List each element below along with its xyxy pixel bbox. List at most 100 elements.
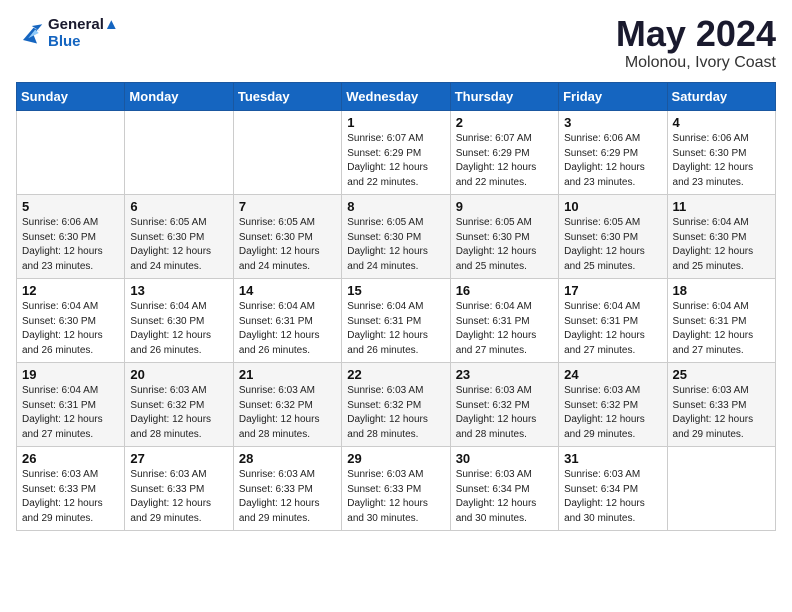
calendar-day-cell: 9 Sunrise: 6:05 AM Sunset: 6:30 PM Daylig… [450,195,558,279]
day-info: Sunrise: 6:04 AM Sunset: 6:31 PM Dayligh… [564,300,661,358]
day-info: Sunrise: 6:03 AM Sunset: 6:33 PM Dayligh… [673,384,770,442]
day-info: Sunrise: 6:06 AM Sunset: 6:30 PM Dayligh… [22,216,119,274]
day-number: 4 [673,115,770,130]
logo: General▲ Blue [16,16,119,50]
page-header: General▲ Blue May 2024 Molonou, Ivory Co… [16,16,776,72]
day-number: 25 [673,367,770,382]
calendar-day-cell: 4 Sunrise: 6:06 AM Sunset: 6:30 PM Daylig… [667,111,775,195]
day-number: 23 [456,367,553,382]
day-number: 26 [22,451,119,466]
calendar-day-cell [667,447,775,531]
day-info: Sunrise: 6:04 AM Sunset: 6:30 PM Dayligh… [673,216,770,274]
day-number: 31 [564,451,661,466]
calendar-day-cell: 31 Sunrise: 6:03 AM Sunset: 6:34 PM Dayli… [559,447,667,531]
day-number: 11 [673,199,770,214]
day-number: 24 [564,367,661,382]
day-info: Sunrise: 6:07 AM Sunset: 6:29 PM Dayligh… [456,132,553,190]
calendar-day-cell: 15 Sunrise: 6:04 AM Sunset: 6:31 PM Dayli… [342,279,450,363]
calendar-day-cell: 11 Sunrise: 6:04 AM Sunset: 6:30 PM Dayli… [667,195,775,279]
day-number: 9 [456,199,553,214]
calendar-day-cell: 28Sunrise: 6:03 AM Sunset: 6:33 PM Dayli… [233,447,341,531]
calendar-day-cell: 16 Sunrise: 6:04 AM Sunset: 6:31 PM Dayli… [450,279,558,363]
calendar-day-cell: 3 Sunrise: 6:06 AM Sunset: 6:29 PM Daylig… [559,111,667,195]
calendar-day-cell [17,111,125,195]
calendar-day-cell: 27 Sunrise: 6:03 AM Sunset: 6:33 PM Dayli… [125,447,233,531]
col-tuesday: Tuesday [233,83,341,111]
calendar-day-cell: 8 Sunrise: 6:05 AM Sunset: 6:30 PM Daylig… [342,195,450,279]
calendar-day-cell: 20Sunrise: 6:03 AM Sunset: 6:32 PM Dayli… [125,363,233,447]
day-info: Sunrise: 6:05 AM Sunset: 6:30 PM Dayligh… [239,216,336,274]
day-info: Sunrise: 6:03 AM Sunset: 6:32 PM Dayligh… [347,384,444,442]
day-info: Sunrise: 6:04 AM Sunset: 6:30 PM Dayligh… [130,300,227,358]
calendar-day-cell: 21 Sunrise: 6:03 AM Sunset: 6:32 PM Dayli… [233,363,341,447]
calendar-day-cell: 26 Sunrise: 6:03 AM Sunset: 6:33 PM Dayli… [17,447,125,531]
calendar-day-cell: 2 Sunrise: 6:07 AM Sunset: 6:29 PM Daylig… [450,111,558,195]
day-number: 13 [130,283,227,298]
day-info: Sunrise: 6:03 AM Sunset: 6:33 PM Dayligh… [347,468,444,526]
calendar-header-row: Sunday Monday Tuesday Wednesday Thursday… [17,83,776,111]
day-number: 30 [456,451,553,466]
day-number: 3 [564,115,661,130]
calendar-day-cell: 19Sunrise: 6:04 AM Sunset: 6:31 PM Dayli… [17,363,125,447]
day-info: Sunrise: 6:03 AM Sunset: 6:34 PM Dayligh… [456,468,553,526]
day-info: Sunrise: 6:04 AM Sunset: 6:30 PM Dayligh… [22,300,119,358]
calendar-week-3: 12 Sunrise: 6:04 AM Sunset: 6:30 PM Dayli… [17,279,776,363]
day-number: 2 [456,115,553,130]
col-wednesday: Wednesday [342,83,450,111]
col-thursday: Thursday [450,83,558,111]
calendar-day-cell: 23Sunrise: 6:03 AM Sunset: 6:32 PM Dayli… [450,363,558,447]
day-info: Sunrise: 6:03 AM Sunset: 6:34 PM Dayligh… [564,468,661,526]
day-info: Sunrise: 6:06 AM Sunset: 6:30 PM Dayligh… [673,132,770,190]
day-number: 18 [673,283,770,298]
calendar-day-cell: 1 Sunrise: 6:07 AM Sunset: 6:29 PM Daylig… [342,111,450,195]
col-saturday: Saturday [667,83,775,111]
day-number: 12 [22,283,119,298]
calendar-day-cell: 17 Sunrise: 6:04 AM Sunset: 6:31 PM Dayli… [559,279,667,363]
calendar-day-cell: 25 Sunrise: 6:03 AM Sunset: 6:33 PM Dayli… [667,363,775,447]
calendar-day-cell: 18 Sunrise: 6:04 AM Sunset: 6:31 PM Dayli… [667,279,775,363]
day-number: 10 [564,199,661,214]
calendar-week-1: 1 Sunrise: 6:07 AM Sunset: 6:29 PM Daylig… [17,111,776,195]
day-info: Sunrise: 6:05 AM Sunset: 6:30 PM Dayligh… [456,216,553,274]
day-number: 8 [347,199,444,214]
day-info: Sunrise: 6:03 AM Sunset: 6:32 PM Dayligh… [564,384,661,442]
calendar-day-cell: 30 Sunrise: 6:03 AM Sunset: 6:34 PM Dayli… [450,447,558,531]
title-block: May 2024 Molonou, Ivory Coast [616,16,776,72]
calendar-day-cell: 22 Sunrise: 6:03 AM Sunset: 6:32 PM Dayli… [342,363,450,447]
day-number: 15 [347,283,444,298]
location-title: Molonou, Ivory Coast [616,54,776,72]
day-info: Sunrise: 6:04 AM Sunset: 6:31 PM Dayligh… [239,300,336,358]
calendar-day-cell: 7Sunrise: 6:05 AM Sunset: 6:30 PM Daylig… [233,195,341,279]
calendar-week-4: 19Sunrise: 6:04 AM Sunset: 6:31 PM Dayli… [17,363,776,447]
day-number: 22 [347,367,444,382]
day-info: Sunrise: 6:03 AM Sunset: 6:33 PM Dayligh… [130,468,227,526]
day-number: 29 [347,451,444,466]
day-info: Sunrise: 6:06 AM Sunset: 6:29 PM Dayligh… [564,132,661,190]
day-number: 19 [22,367,119,382]
calendar-day-cell [233,111,341,195]
day-number: 21 [239,367,336,382]
calendar-day-cell: 10 Sunrise: 6:05 AM Sunset: 6:30 PM Dayli… [559,195,667,279]
calendar-day-cell: 5Sunrise: 6:06 AM Sunset: 6:30 PM Daylig… [17,195,125,279]
day-number: 17 [564,283,661,298]
day-number: 16 [456,283,553,298]
calendar-day-cell [125,111,233,195]
day-info: Sunrise: 6:05 AM Sunset: 6:30 PM Dayligh… [564,216,661,274]
day-info: Sunrise: 6:05 AM Sunset: 6:30 PM Dayligh… [347,216,444,274]
calendar-day-cell: 24 Sunrise: 6:03 AM Sunset: 6:32 PM Dayli… [559,363,667,447]
day-number: 27 [130,451,227,466]
col-friday: Friday [559,83,667,111]
day-info: Sunrise: 6:03 AM Sunset: 6:32 PM Dayligh… [239,384,336,442]
day-number: 6 [130,199,227,214]
day-info: Sunrise: 6:04 AM Sunset: 6:31 PM Dayligh… [347,300,444,358]
day-info: Sunrise: 6:03 AM Sunset: 6:33 PM Dayligh… [22,468,119,526]
col-monday: Monday [125,83,233,111]
day-info: Sunrise: 6:04 AM Sunset: 6:31 PM Dayligh… [673,300,770,358]
calendar-week-5: 26 Sunrise: 6:03 AM Sunset: 6:33 PM Dayli… [17,447,776,531]
day-info: Sunrise: 6:03 AM Sunset: 6:32 PM Dayligh… [130,384,227,442]
day-info: Sunrise: 6:07 AM Sunset: 6:29 PM Dayligh… [347,132,444,190]
month-title: May 2024 [616,16,776,52]
day-info: Sunrise: 6:04 AM Sunset: 6:31 PM Dayligh… [456,300,553,358]
calendar-day-cell: 6Sunrise: 6:05 AM Sunset: 6:30 PM Daylig… [125,195,233,279]
day-number: 1 [347,115,444,130]
